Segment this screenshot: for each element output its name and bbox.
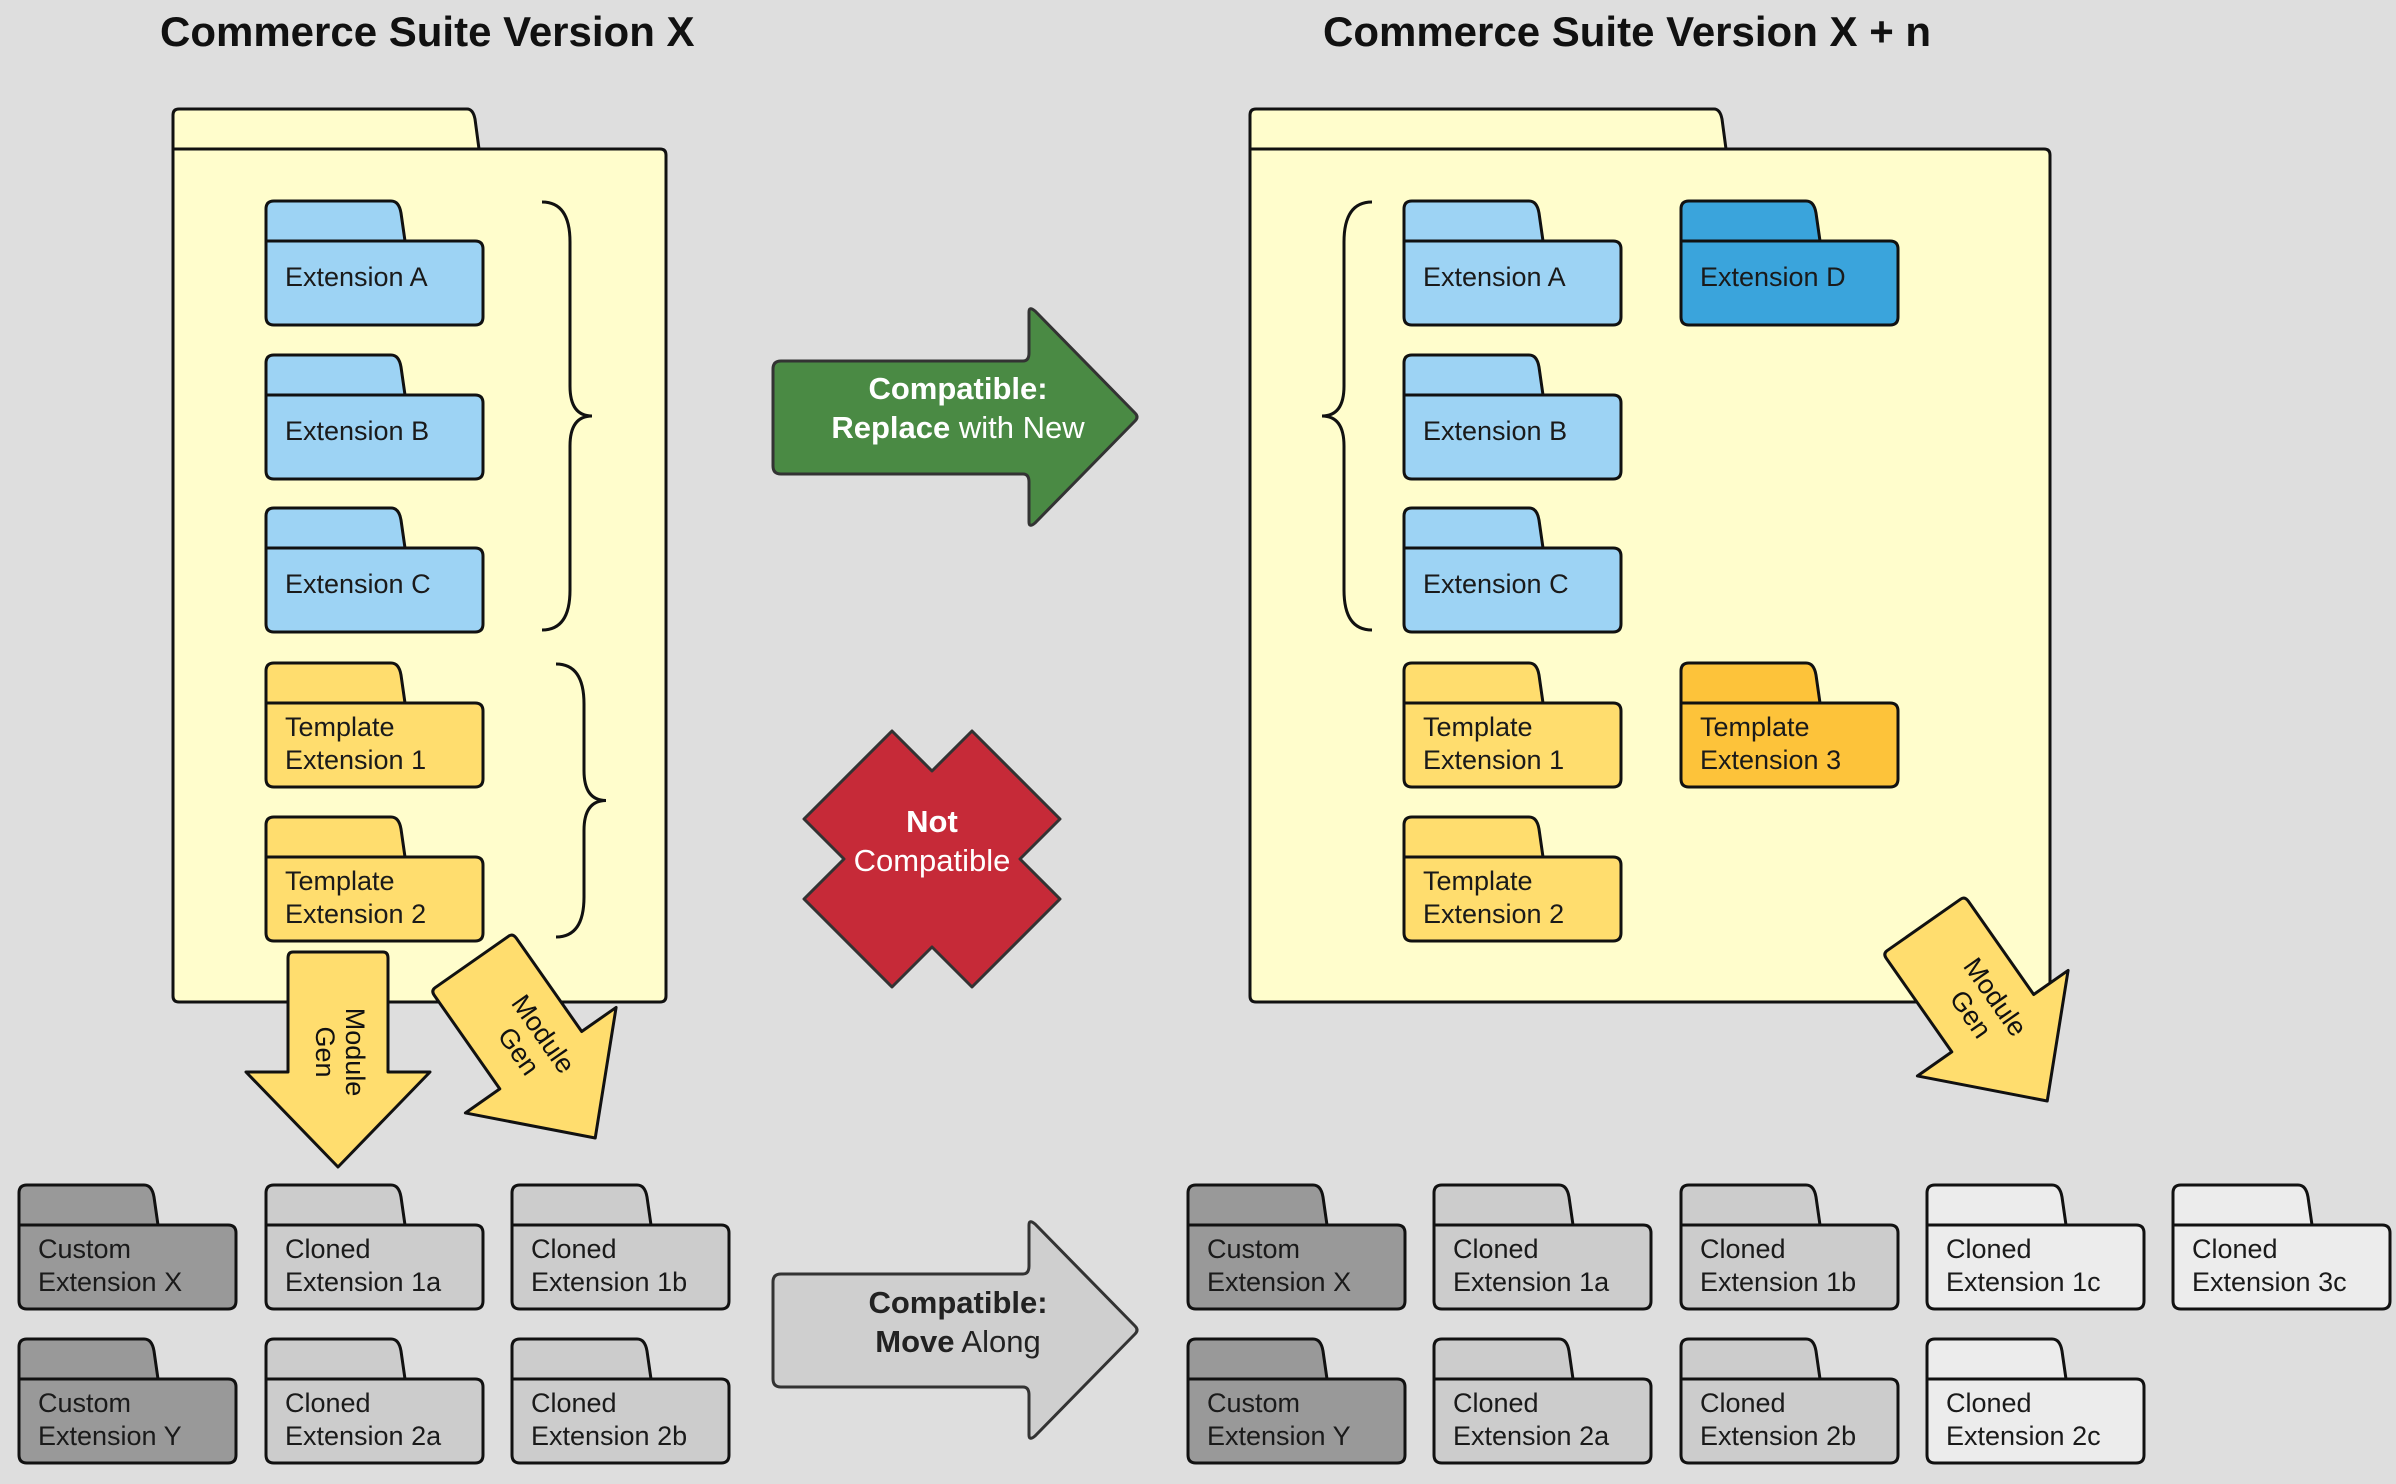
folder-left-out-1-label: Cloned Extension 1a <box>285 1234 442 1297</box>
folder-right-out-3-label: Cloned Extension 1c <box>1946 1234 2101 1297</box>
folder-left-1-label: Extension B <box>285 416 430 446</box>
folder-left-out-0-label: Custom Extension X <box>38 1234 183 1297</box>
folder-left-3-label: Template Extension 1 <box>285 712 427 775</box>
folder-right-5-label: Template Extension 3 <box>1700 712 1842 775</box>
folder-right-out-0-label: Custom Extension X <box>1207 1234 1352 1297</box>
folder-left-out-4-label: Cloned Extension 2a <box>285 1388 442 1451</box>
module-gen-label: Module <box>340 1008 370 1097</box>
move-along-label: Compatible: Move Along <box>868 1285 1048 1359</box>
replace-with-new-label: Compatible: Replace with New <box>831 371 1085 445</box>
folder-right-1-label: Extension D <box>1700 262 1846 292</box>
folder-left-0-label: Extension A <box>285 262 428 292</box>
folder-right-2-label: Extension B <box>1423 416 1568 446</box>
folder-right-out-2-label: Cloned Extension 1b <box>1700 1234 1857 1297</box>
folder-right-out-4-label: Cloned Extension 3c <box>2192 1234 2347 1297</box>
folder-right-0-label: Extension A <box>1423 262 1566 292</box>
folder-left-4-label: Template Extension 2 <box>285 866 427 929</box>
folder-right-out-1-label: Cloned Extension 1a <box>1453 1234 1610 1297</box>
folder-right-3-label: Extension C <box>1423 569 1569 599</box>
folder-right-6-label: Template Extension 2 <box>1423 866 1565 929</box>
folder-left-out-3-label: Custom Extension Y <box>38 1388 182 1451</box>
not-compatible-label: Not Compatible <box>853 804 1011 878</box>
folder-right-out-8-label: Cloned Extension 2c <box>1946 1388 2101 1451</box>
folder-right-out-7-label: Cloned Extension 2b <box>1700 1388 1857 1451</box>
folder-left-2-label: Extension C <box>285 569 431 599</box>
folder-right-4-label: Template Extension 1 <box>1423 712 1565 775</box>
folder-right-out-6-label: Cloned Extension 2a <box>1453 1388 1610 1451</box>
folder-left-out-5-label: Cloned Extension 2b <box>531 1388 688 1451</box>
suite-folder-right <box>1248 107 2052 1004</box>
folder-left-out-2-label: Cloned Extension 1b <box>531 1234 688 1297</box>
folder-right-out-5-label: Custom Extension Y <box>1207 1388 1351 1451</box>
